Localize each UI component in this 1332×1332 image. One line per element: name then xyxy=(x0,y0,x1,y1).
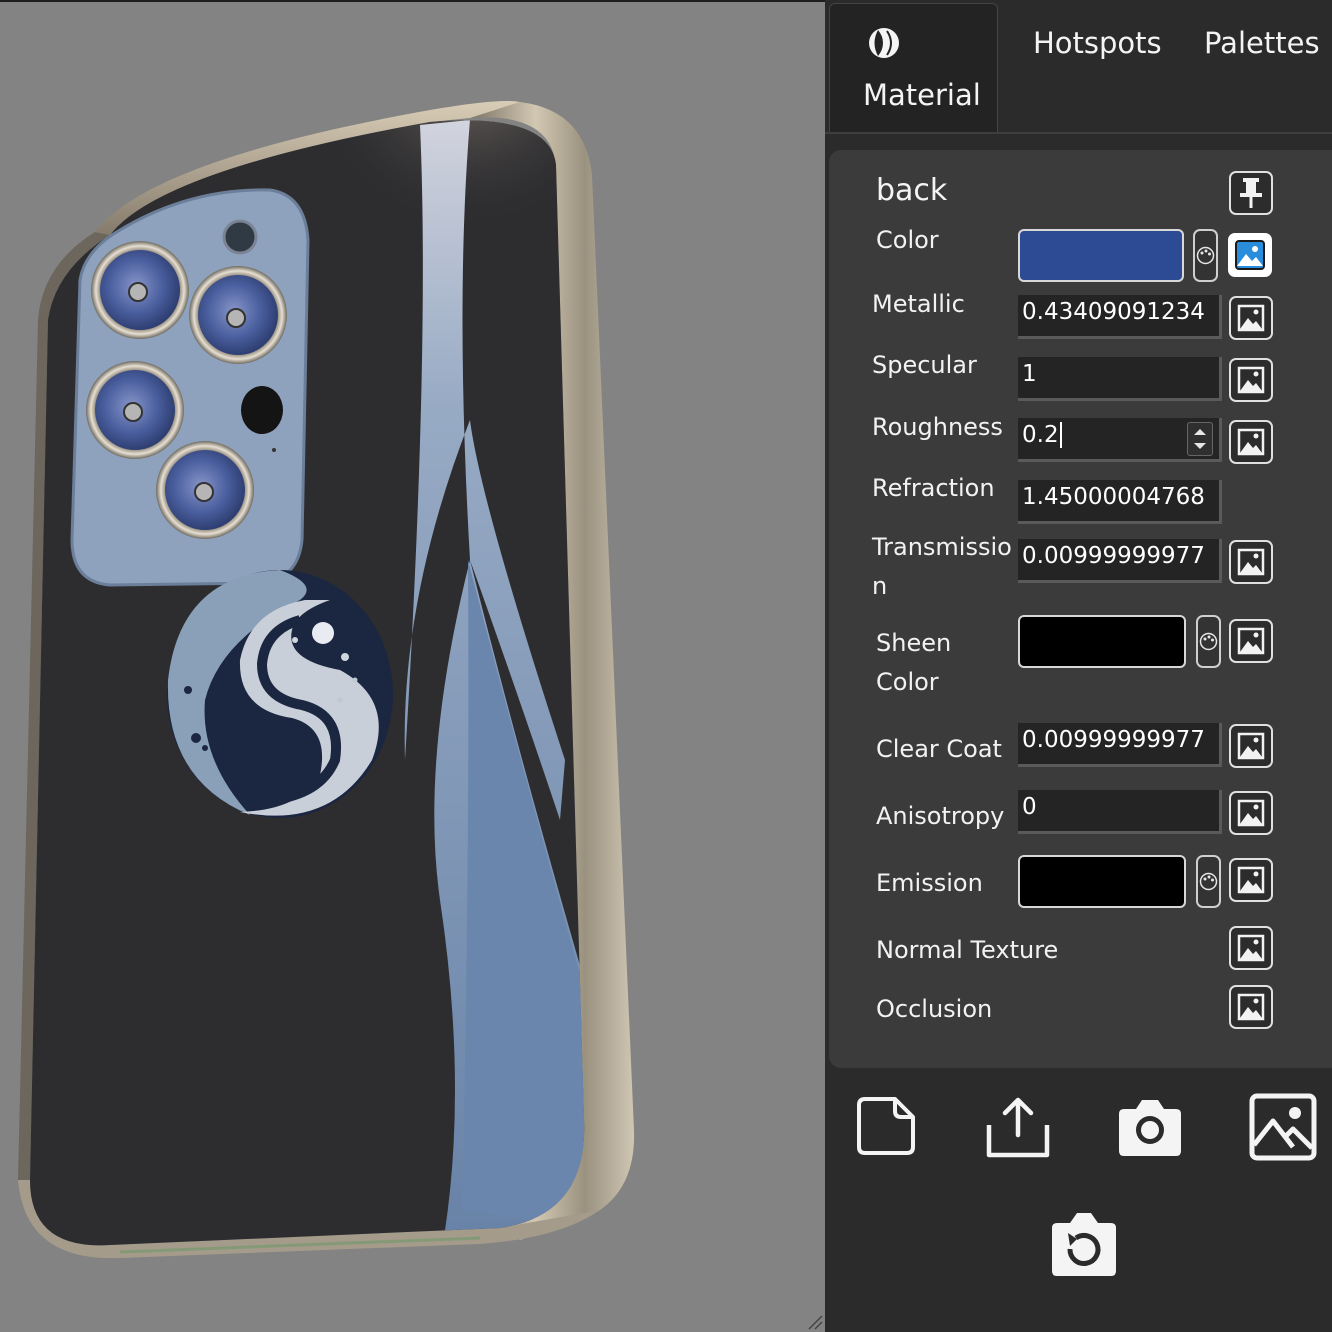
text-caret xyxy=(1059,422,1062,448)
metallic-input[interactable]: 0.43409091234 xyxy=(1018,295,1222,339)
roughness-value: 0.2 xyxy=(1022,422,1059,448)
sheen-color-texture-button[interactable] xyxy=(1229,619,1273,663)
color-texture-button[interactable] xyxy=(1228,233,1272,277)
image-icon xyxy=(1237,732,1265,760)
transmission-label-line2: n xyxy=(872,572,888,600)
clear-coat-input[interactable]: 0.00999999977 xyxy=(1018,723,1222,767)
clear-coat-label: Clear Coat xyxy=(876,735,1002,763)
pin-icon xyxy=(1240,178,1262,208)
normal-texture-button[interactable] xyxy=(1229,926,1273,970)
specular-texture-button[interactable] xyxy=(1229,358,1273,402)
roughness-texture-button[interactable] xyxy=(1229,420,1273,464)
tab-hotspots[interactable]: Hotspots xyxy=(1033,26,1162,60)
image-icon xyxy=(1237,993,1265,1021)
emission-swatch[interactable] xyxy=(1018,855,1186,908)
image-icon xyxy=(1235,240,1265,270)
emission-picker-button[interactable] xyxy=(1196,855,1221,908)
image-icon xyxy=(1237,799,1265,827)
color-picker-button[interactable] xyxy=(1193,229,1218,282)
transmission-texture-button[interactable] xyxy=(1229,540,1273,584)
metallic-label: Metallic xyxy=(872,290,965,318)
image-icon xyxy=(1237,428,1265,456)
share-upload-icon[interactable] xyxy=(985,1095,1051,1159)
color-swatch[interactable] xyxy=(1018,229,1184,282)
sheen-color-picker-button[interactable] xyxy=(1196,615,1221,668)
transmission-label-line1: Transmissio xyxy=(872,533,1012,561)
metallic-texture-button[interactable] xyxy=(1229,296,1273,340)
camera-icon[interactable] xyxy=(1118,1095,1182,1157)
specular-input[interactable]: 1 xyxy=(1018,357,1222,401)
material-name: back xyxy=(876,173,948,208)
spinner-arrows-icon xyxy=(1194,429,1206,449)
roughness-input[interactable]: 0.2 xyxy=(1018,418,1222,462)
normal-texture-label: Normal Texture xyxy=(876,936,1059,964)
color-label: Color xyxy=(876,226,939,254)
new-document-icon[interactable] xyxy=(855,1095,917,1157)
tab-material-label: Material xyxy=(863,78,981,112)
phone-model xyxy=(18,101,635,1259)
image-icon xyxy=(1237,366,1265,394)
anisotropy-texture-button[interactable] xyxy=(1229,791,1273,835)
pin-button[interactable] xyxy=(1229,171,1273,215)
image-icon xyxy=(1237,548,1265,576)
sheen-color-label-line1: Sheen xyxy=(876,629,952,657)
3d-viewport[interactable] xyxy=(0,0,825,1332)
anisotropy-label: Anisotropy xyxy=(876,802,1005,830)
image-icon xyxy=(1237,866,1265,894)
sheen-color-label-line2: Color xyxy=(876,668,939,696)
transmission-input[interactable]: 0.00999999977 xyxy=(1018,539,1222,583)
tab-palettes[interactable]: Palettes xyxy=(1204,26,1320,60)
palette-icon xyxy=(1199,632,1218,651)
refraction-input[interactable]: 1.45000004768 xyxy=(1018,480,1222,524)
occlusion-texture-button[interactable] xyxy=(1229,985,1273,1029)
tab-material[interactable]: Material xyxy=(829,3,998,134)
roughness-label: Roughness xyxy=(872,413,1003,441)
refraction-label: Refraction xyxy=(872,474,995,502)
occlusion-label: Occlusion xyxy=(876,995,993,1023)
image-icon xyxy=(1237,627,1265,655)
emission-label: Emission xyxy=(876,869,983,897)
palette-icon xyxy=(1196,246,1215,265)
specular-label: Specular xyxy=(872,351,977,379)
image-icon xyxy=(1237,304,1265,332)
emission-texture-button[interactable] xyxy=(1229,858,1273,902)
clear-coat-texture-button[interactable] xyxy=(1229,724,1273,768)
sheen-color-swatch[interactable] xyxy=(1018,615,1186,668)
image-icon[interactable] xyxy=(1249,1093,1317,1161)
material-sphere-icon xyxy=(869,28,899,58)
panel-tabs: Material Hotspots Palettes xyxy=(825,0,1332,134)
resize-grip-icon[interactable] xyxy=(805,1312,823,1330)
anisotropy-input[interactable]: 0 xyxy=(1018,790,1222,834)
reset-camera-icon[interactable] xyxy=(1050,1209,1118,1277)
image-icon xyxy=(1237,934,1265,962)
palette-icon xyxy=(1199,872,1218,891)
roughness-spinner[interactable] xyxy=(1187,422,1213,456)
tabs-divider xyxy=(825,132,1332,134)
